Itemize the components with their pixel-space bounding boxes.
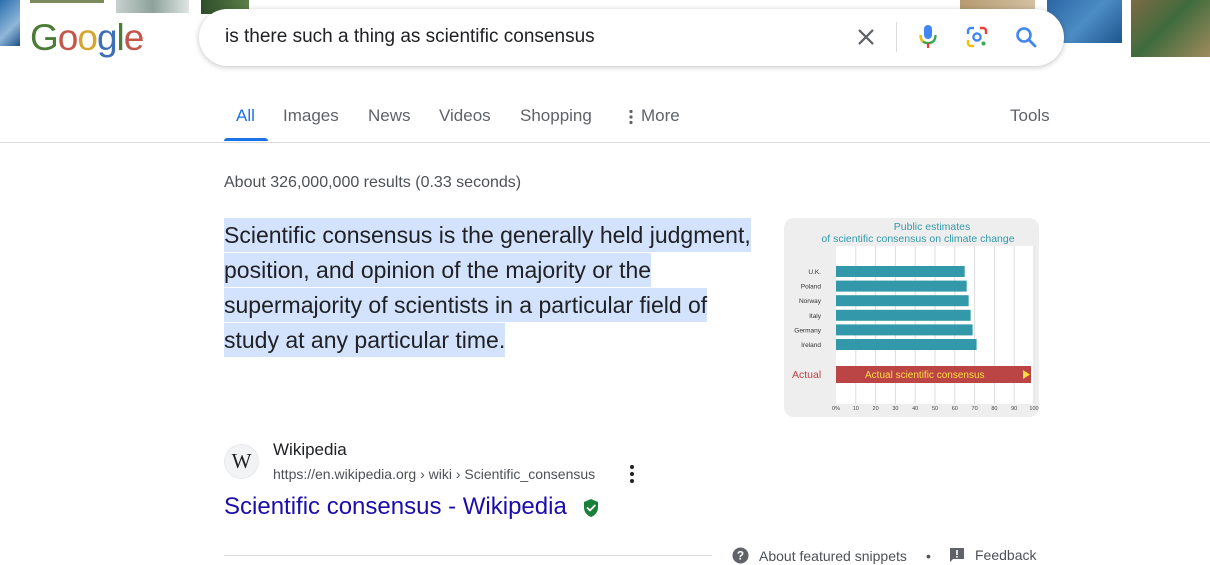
chart-x-tick-label: 50 <box>932 406 938 412</box>
more-vert-icon <box>629 109 633 124</box>
feedback-link[interactable]: Feedback <box>949 547 1036 563</box>
logo-letter: g <box>96 17 118 58</box>
active-tab-indicator <box>224 138 268 141</box>
tab-news[interactable]: News <box>368 106 411 126</box>
doodle-tile <box>116 0 189 13</box>
chart-category-label: Poland <box>801 284 822 291</box>
tab-more-label: More <box>641 106 680 125</box>
chart-actual-bar-label: Actual scientific consensus <box>865 370 985 381</box>
chart-bar <box>836 324 973 336</box>
featured-snippet-text: Scientific consensus is the generally he… <box>224 218 754 358</box>
footer-divider <box>224 555 712 556</box>
chart-x-tick-label: 90 <box>1011 406 1017 412</box>
result-stats: About 326,000,000 results (0.33 seconds) <box>224 174 522 191</box>
svg-text:?: ? <box>737 549 744 563</box>
chart-x-tick-label: 0% <box>832 406 840 412</box>
footer-separator: • <box>926 548 931 564</box>
tab-videos[interactable]: Videos <box>439 106 491 126</box>
search-box[interactable]: is there such a thing as scientific cons… <box>199 9 1064 66</box>
snippet-highlight: Scientific consensus is the generally he… <box>224 218 751 357</box>
chart-actual-label: Actual <box>792 369 821 381</box>
chart-subtitle: of scientific consensus on climate chang… <box>821 233 1014 245</box>
verified-shield-icon <box>584 499 598 517</box>
google-logo[interactable]: Google <box>30 17 145 58</box>
microphone-icon[interactable] <box>914 23 942 51</box>
chart-category-label: Italy <box>809 313 822 320</box>
logo-letter: l <box>116 17 125 58</box>
tab-all[interactable]: All <box>236 106 255 126</box>
about-featured-snippets-link[interactable]: ? About featured snippets <box>732 547 907 564</box>
chart-x-tick-label: 100 <box>1029 406 1038 412</box>
logo-letter: o <box>77 17 98 58</box>
clear-icon[interactable] <box>852 23 880 51</box>
doodle-tile <box>960 0 1035 9</box>
search-divider <box>896 22 897 52</box>
chart-x-tick-label: 70 <box>972 406 978 412</box>
chart-x-tick-label: 60 <box>952 406 958 412</box>
chart-bar <box>836 339 977 350</box>
feedback-icon <box>950 548 964 562</box>
chart-bar <box>836 295 969 307</box>
tab-images[interactable]: Images <box>283 106 339 126</box>
chart-x-tick-label: 20 <box>873 406 879 412</box>
tab-shopping[interactable]: Shopping <box>520 106 592 126</box>
chart-category-label: Ireland <box>801 342 821 349</box>
search-input[interactable]: is there such a thing as scientific cons… <box>225 26 595 48</box>
help-icon: ? <box>732 547 749 564</box>
climate-consensus-chart: Public estimatesof scientific consensus … <box>792 221 1039 412</box>
chart-bar <box>836 266 965 277</box>
doodle-tile <box>0 0 20 46</box>
tab-more[interactable]: More <box>629 106 680 126</box>
chart-x-tick-label: 30 <box>892 406 898 412</box>
chart-x-tick-label: 10 <box>853 406 859 412</box>
chart-category-label: Norway <box>799 298 822 305</box>
google-lens-icon[interactable] <box>963 23 991 51</box>
chart-title: Public estimates <box>894 221 970 233</box>
about-featured-snippets-label: About featured snippets <box>759 547 907 564</box>
tools-button[interactable]: Tools <box>1010 106 1050 126</box>
feedback-label: Feedback <box>975 547 1037 563</box>
chart-x-tick-label: 80 <box>991 406 997 412</box>
doodle-tile <box>1131 0 1210 57</box>
chart-category-label: Germany <box>794 327 821 334</box>
result-site-name[interactable]: Wikipedia <box>273 440 347 460</box>
logo-letter: o <box>57 17 79 58</box>
logo-letter: G <box>30 17 59 58</box>
search-icon[interactable] <box>1012 23 1040 51</box>
logo-letter: e <box>123 17 145 58</box>
wikipedia-favicon[interactable]: W <box>224 444 259 479</box>
featured-snippet-image[interactable]: Public estimates of scientific consensus … <box>784 218 1039 417</box>
result-options-icon[interactable] <box>625 464 639 484</box>
chart-bar <box>836 309 971 321</box>
tabs-divider <box>0 142 1210 143</box>
chart-bar <box>836 280 967 292</box>
doodle-tile <box>30 0 104 3</box>
chart-category-label: U.K. <box>808 269 821 276</box>
result-title-link[interactable]: Scientific consensus - Wikipedia <box>224 493 567 521</box>
result-url[interactable]: https://en.wikipedia.org › wiki › Scient… <box>273 466 595 482</box>
chart-x-tick-label: 40 <box>912 406 918 412</box>
